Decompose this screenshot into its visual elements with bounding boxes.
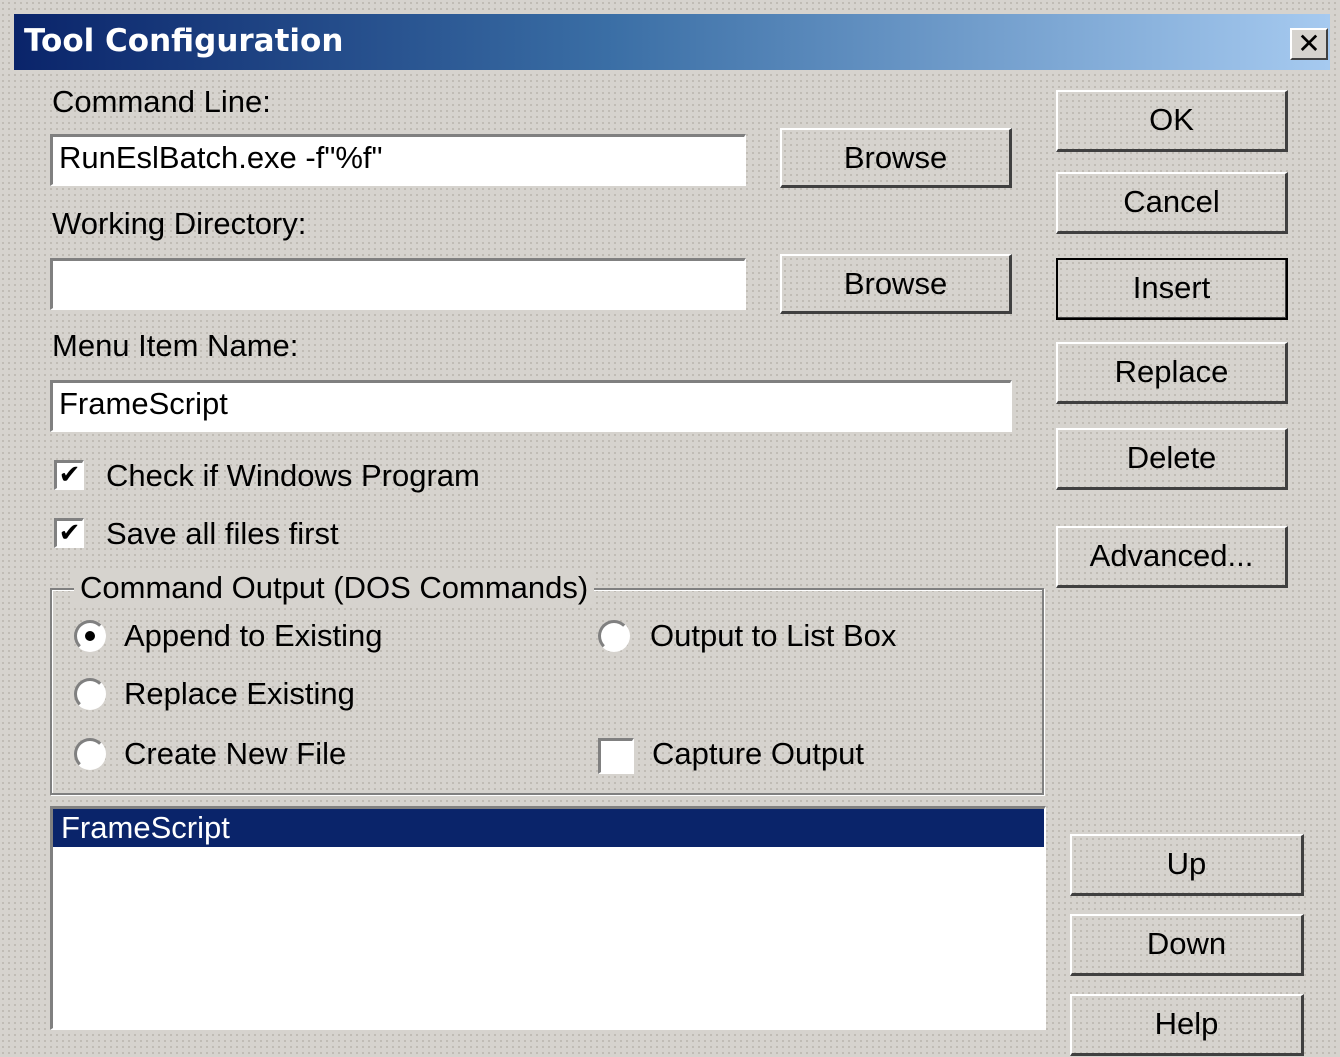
capture-output-label: Capture Output: [652, 736, 864, 771]
output-list-box-label: Output to List Box: [650, 618, 897, 653]
list-item[interactable]: FrameScript: [53, 809, 1044, 847]
windows-program-label: Check if Windows Program: [106, 458, 480, 493]
command-line-input[interactable]: RunEslBatch.exe -f"%f": [50, 134, 746, 186]
help-button[interactable]: Help: [1070, 994, 1304, 1056]
append-label: Append to Existing: [124, 618, 383, 653]
tool-list[interactable]: FrameScript: [50, 806, 1046, 1030]
create-new-file-label: Create New File: [124, 736, 347, 771]
append-radio[interactable]: [74, 620, 106, 652]
menu-item-name-label: Menu Item Name:: [52, 328, 299, 363]
ok-button[interactable]: OK: [1056, 90, 1288, 152]
save-all-label: Save all files first: [106, 516, 339, 551]
capture-output-checkbox[interactable]: [598, 738, 634, 774]
delete-button[interactable]: Delete: [1056, 428, 1288, 490]
checkmark-icon: ✔: [58, 460, 81, 490]
insert-button[interactable]: Insert: [1056, 258, 1288, 320]
close-button[interactable]: ✕: [1290, 28, 1328, 60]
command-line-browse-button[interactable]: Browse: [780, 128, 1012, 188]
command-line-label: Command Line:: [52, 84, 271, 119]
replace-existing-label: Replace Existing: [124, 676, 355, 711]
create-new-file-radio[interactable]: [74, 738, 106, 770]
window-title: Tool Configuration: [24, 23, 344, 59]
working-directory-browse-button[interactable]: Browse: [780, 254, 1012, 314]
title-bar[interactable]: Tool Configuration ✕: [14, 14, 1330, 70]
replace-button[interactable]: Replace: [1056, 342, 1288, 404]
working-directory-input[interactable]: [50, 258, 746, 310]
menu-item-name-input[interactable]: FrameScript: [50, 380, 1012, 432]
checkmark-icon: ✔: [58, 518, 81, 548]
advanced-button[interactable]: Advanced...: [1056, 526, 1288, 588]
output-list-box-radio[interactable]: [598, 620, 630, 652]
windows-program-checkbox[interactable]: ✔: [54, 460, 84, 490]
up-button[interactable]: Up: [1070, 834, 1304, 896]
save-all-checkbox[interactable]: ✔: [54, 518, 84, 548]
replace-existing-radio[interactable]: [74, 678, 106, 710]
command-output-legend: Command Output (DOS Commands): [74, 570, 595, 606]
radio-selected-dot: [85, 631, 95, 641]
down-button[interactable]: Down: [1070, 914, 1304, 976]
cancel-button[interactable]: Cancel: [1056, 172, 1288, 234]
working-directory-label: Working Directory:: [52, 206, 307, 241]
close-icon: ✕: [1297, 27, 1321, 60]
